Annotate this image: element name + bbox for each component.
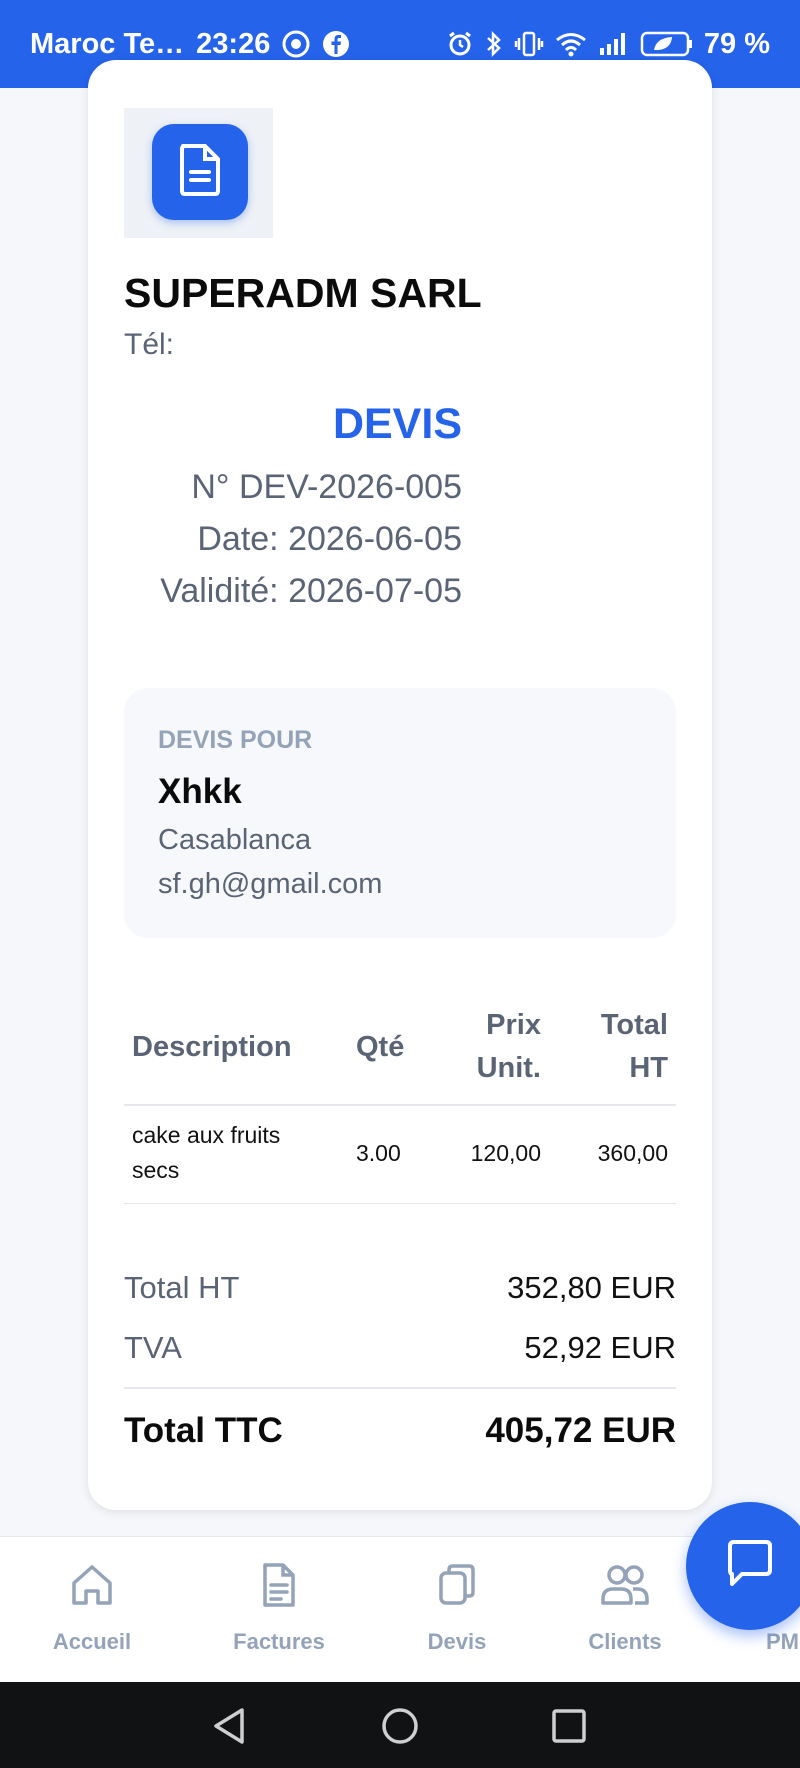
- total-ttc-value: 405,72 EUR: [485, 1411, 676, 1450]
- table-row-divider: [124, 1203, 676, 1204]
- nav-item-clients[interactable]: Clients: [555, 1537, 695, 1683]
- vibrate-icon: [514, 30, 544, 58]
- nav-label-devis: Devis: [427, 1629, 487, 1654]
- battery-saver-icon: [640, 30, 694, 58]
- client-section-label: DEVIS POUR: [158, 726, 313, 754]
- row-total: 360,00: [597, 1140, 668, 1166]
- chat-icon: [720, 1534, 780, 1599]
- recent-apps-icon[interactable]: [551, 1708, 587, 1749]
- home-circle-icon[interactable]: [380, 1706, 420, 1751]
- client-info-box: DEVIS POUR Xhkk Casablanca sf.gh@gmail.c…: [124, 688, 676, 938]
- total-ht-label: Total HT: [124, 1270, 240, 1305]
- row-qty: 3.00: [356, 1140, 401, 1166]
- facebook-icon: [322, 30, 350, 58]
- column-header-total-ht-line1: Total: [600, 1009, 668, 1041]
- company-tel: Tél:: [124, 328, 175, 361]
- total-ttc-label: Total TTC: [124, 1411, 283, 1450]
- client-city: Casablanca: [158, 824, 312, 856]
- row-description-line1: cake aux fruits: [132, 1122, 281, 1148]
- client-email: sf.gh@gmail.com: [158, 868, 383, 900]
- document-icon: [177, 143, 223, 202]
- nav-label-clients: Clients: [588, 1629, 662, 1654]
- nav-item-accueil[interactable]: Accueil: [22, 1537, 162, 1683]
- back-icon[interactable]: [210, 1706, 250, 1751]
- home-icon: [68, 1561, 116, 1614]
- nav-label-pm: PM: [766, 1629, 799, 1654]
- client-name: Xhkk: [158, 772, 242, 811]
- nav-item-factures[interactable]: Factures: [209, 1537, 349, 1683]
- row-unit-price: 120,00: [470, 1140, 541, 1166]
- signal-icon: [598, 30, 630, 58]
- carrier-name: Maroc Te…: [30, 27, 185, 60]
- clock-time: 23:26: [196, 27, 271, 60]
- column-header-qty: Qté: [356, 1031, 405, 1063]
- column-header-unit-price-line2: Unit.: [476, 1052, 541, 1084]
- document-title: DEVIS: [332, 400, 462, 448]
- system-navigation-bar: [0, 1682, 800, 1768]
- nav-label-factures: Factures: [233, 1629, 325, 1654]
- chrome-icon: [282, 30, 310, 58]
- nav-label-accueil: Accueil: [52, 1629, 132, 1654]
- document-date: Date: 2026-06-05: [197, 520, 462, 558]
- document-validity: Validité: 2026-07-05: [160, 572, 462, 610]
- bluetooth-icon: [484, 30, 504, 58]
- company-name: SUPERADM SARL: [124, 270, 482, 316]
- file-text-icon: [255, 1561, 303, 1614]
- tva-value: 52,92 EUR: [524, 1330, 676, 1365]
- tva-label: TVA: [124, 1330, 182, 1365]
- table-header-divider: [124, 1104, 676, 1106]
- totals-divider: [124, 1387, 676, 1389]
- alarm-icon: [446, 30, 474, 58]
- company-logo: [124, 108, 273, 238]
- column-header-unit-price-line1: Prix: [486, 1009, 541, 1041]
- bottom-navigation: Accueil Factures Devis Clients PM: [0, 1536, 800, 1683]
- nav-item-devis[interactable]: Devis: [387, 1537, 527, 1683]
- wifi-icon: [554, 30, 588, 58]
- column-header-total-ht-line2: HT: [629, 1052, 668, 1084]
- users-icon: [599, 1561, 651, 1614]
- battery-percent: 79 %: [703, 27, 770, 60]
- row-description-line2: secs: [132, 1157, 180, 1183]
- document-number: N° DEV-2026-005: [191, 468, 462, 506]
- column-header-description: Description: [132, 1031, 292, 1063]
- total-ht-value: 352,80 EUR: [507, 1270, 676, 1305]
- copy-icon: [433, 1561, 481, 1614]
